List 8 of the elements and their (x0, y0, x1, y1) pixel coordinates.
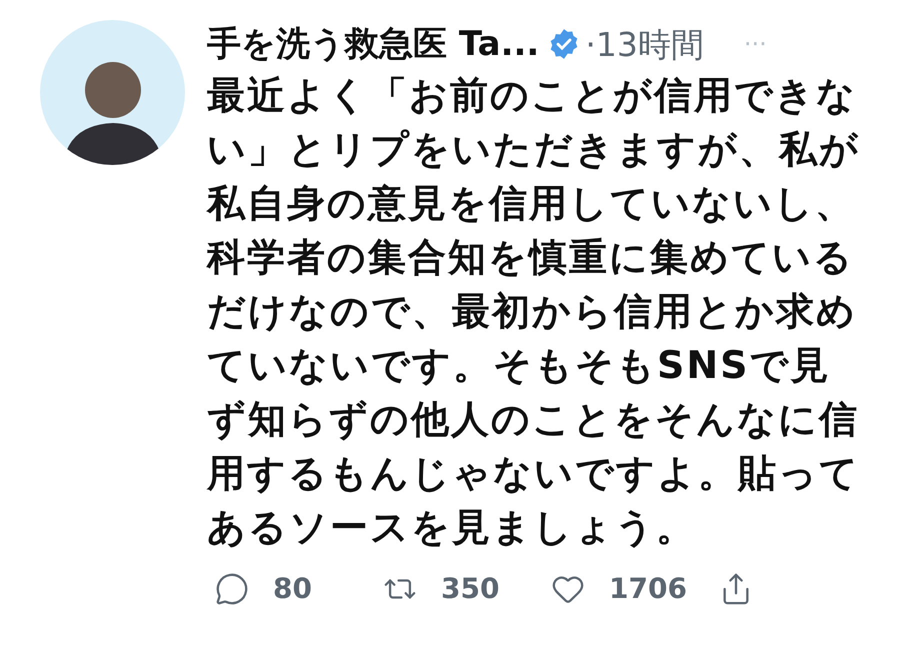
like-count: 1706 (609, 571, 687, 607)
speech-bubble-icon (215, 572, 249, 606)
post-text: 最近よく「お前のことが信用できない」とリプをいただきますが、私が私自身の意見を信用していないし、科学者の集合知を慎重に集めているだけなので、最初から信用とか求めていないです。そもそもSNSで見ず知らずの他人のことをそんなに信用するもんじゃないですよ。貼ってあるソースを見ましょう。 (207, 72, 861, 551)
retweet-count: 350 (441, 571, 500, 607)
reply-button[interactable] (215, 572, 249, 606)
post-time: ·13時間 (585, 28, 704, 60)
author-name[interactable]: 手を洗う救急医 Ta... (207, 27, 540, 61)
reply-count: 80 (273, 571, 312, 607)
